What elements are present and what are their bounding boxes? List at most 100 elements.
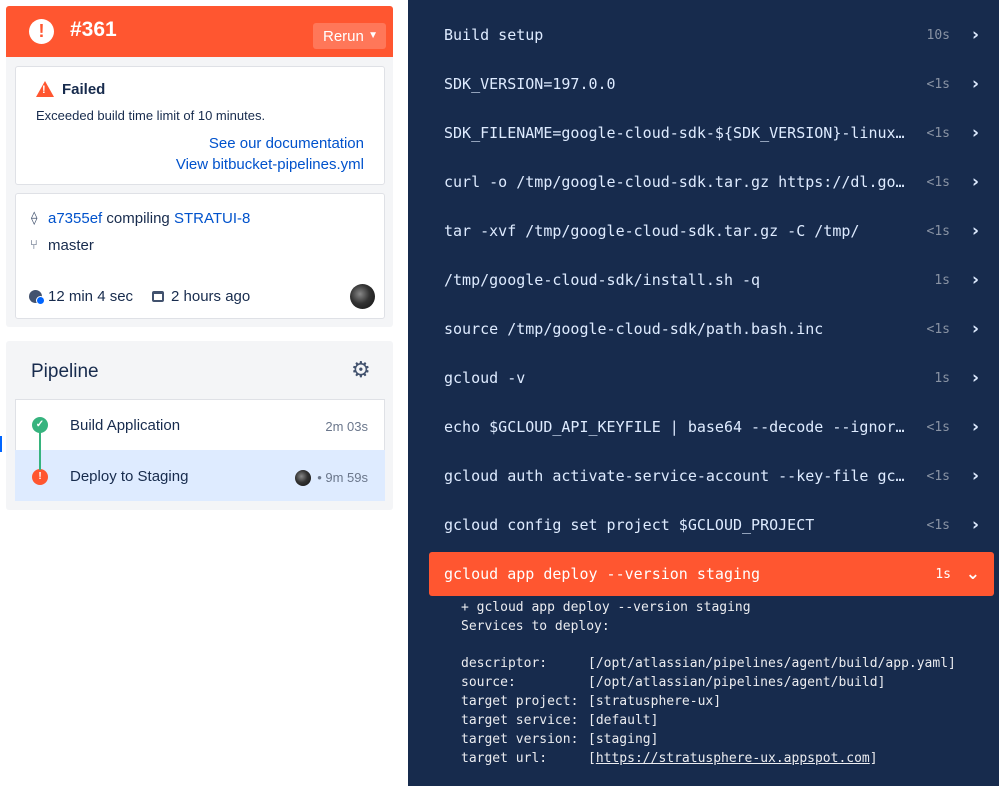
chevron-right-icon: › xyxy=(971,319,979,339)
chevron-right-icon: › xyxy=(971,417,979,437)
selection-marker xyxy=(0,436,2,452)
log-key: source: xyxy=(461,675,516,690)
command-text: SDK_VERSION=197.0.0 xyxy=(444,75,616,93)
pipeline-step-build[interactable]: ✓ Build Application 2m 03s xyxy=(15,399,385,450)
command-duration: <1s xyxy=(926,322,950,337)
branch-link[interactable]: master xyxy=(48,237,94,254)
commit-card: ⟠ a7355ef compiling STRATUI-8 ⑂ master 1… xyxy=(15,193,385,319)
command-text: source /tmp/google-cloud-sdk/path.bash.i… xyxy=(444,320,824,338)
documentation-link[interactable]: See our documentation xyxy=(209,135,364,152)
rerun-button[interactable]: Rerun ▼ xyxy=(313,23,386,49)
log-value: [stratusphere-ux] xyxy=(588,694,722,709)
command-duration: 10s xyxy=(926,28,950,43)
command-duration: <1s xyxy=(926,224,950,239)
command-duration: <1s xyxy=(926,518,950,533)
error-icon: ! xyxy=(32,469,48,485)
pipelines-yml-link[interactable]: View bitbucket-pipelines.yml xyxy=(176,156,364,173)
log-command[interactable]: source /tmp/google-cloud-sdk/path.bash.i… xyxy=(408,307,999,351)
bracket: ] xyxy=(869,751,878,766)
chevron-right-icon: › xyxy=(971,515,979,535)
step-connector xyxy=(39,432,41,470)
check-icon: ✓ xyxy=(32,417,48,433)
log-key: target service: xyxy=(461,713,579,728)
chevron-right-icon: › xyxy=(971,221,979,241)
log-command[interactable]: /tmp/google-cloud-sdk/install.sh -q 1s › xyxy=(408,258,999,302)
log-command[interactable]: gcloud auth activate-service-account --k… xyxy=(408,454,999,498)
command-text: /tmp/google-cloud-sdk/install.sh -q xyxy=(444,271,761,289)
avatar[interactable] xyxy=(350,284,375,309)
command-text: gcloud -v xyxy=(444,369,526,387)
commit-hash-link[interactable]: a7355ef xyxy=(48,210,102,227)
pipeline-step-deploy[interactable]: ! Deploy to Staging • 9m 59s xyxy=(15,450,385,501)
build-log: Build setup 10s › SDK_VERSION=197.0.0 <1… xyxy=(408,0,999,786)
chevron-right-icon: › xyxy=(971,270,979,290)
log-key: descriptor: xyxy=(461,656,548,671)
issue-link[interactable]: STRATUI-8 xyxy=(174,210,250,227)
log-output-line: Services to deploy: xyxy=(461,619,610,634)
log-command[interactable]: SDK_FILENAME=google-cloud-sdk-${SDK_VERS… xyxy=(408,111,999,155)
log-value: [/opt/atlassian/pipelines/agent/build/ap… xyxy=(588,656,956,671)
log-command-active[interactable]: gcloud app deploy --version staging 1s ⌄ xyxy=(429,552,994,596)
failure-card: ! Failed Exceeded build time limit of 10… xyxy=(15,66,385,185)
command-duration: 1s xyxy=(934,273,950,288)
step-name: Deploy to Staging xyxy=(70,468,189,485)
clock-icon xyxy=(29,290,45,305)
chevron-right-icon: › xyxy=(971,466,979,486)
chevron-right-icon: › xyxy=(971,368,979,388)
failure-title: Failed xyxy=(62,81,106,98)
command-duration: <1s xyxy=(926,77,950,92)
chevron-right-icon: › xyxy=(971,172,979,192)
command-duration: 1s xyxy=(935,567,951,582)
bracket: [ xyxy=(588,751,596,766)
log-command[interactable]: Build setup 10s › xyxy=(408,13,999,57)
step-duration: 2m 03s xyxy=(325,419,368,434)
command-text: gcloud config set project $GCLOUD_PROJEC… xyxy=(444,516,815,534)
command-text: tar -xvf /tmp/google-cloud-sdk.tar.gz -C… xyxy=(444,222,860,240)
command-text: gcloud app deploy --version staging xyxy=(444,565,761,583)
commit-verb: compiling xyxy=(106,210,170,227)
calendar-icon xyxy=(152,291,164,302)
command-text: Build setup xyxy=(444,26,544,44)
log-command[interactable]: echo $GCLOUD_API_KEYFILE | base64 --deco… xyxy=(408,405,999,449)
branch-icon: ⑂ xyxy=(30,237,38,252)
step-duration: • 9m 59s xyxy=(317,470,368,485)
log-command[interactable]: gcloud -v 1s › xyxy=(408,356,999,400)
log-key: target version: xyxy=(461,732,579,747)
log-value: [default] xyxy=(588,713,659,728)
log-key: target url: xyxy=(461,751,548,766)
command-duration: <1s xyxy=(926,126,950,141)
log-command[interactable]: curl -o /tmp/google-cloud-sdk.tar.gz htt… xyxy=(408,160,999,204)
command-duration: <1s xyxy=(926,469,950,484)
deploy-url-link[interactable]: https://stratusphere-ux.appspot.com xyxy=(596,751,870,766)
chevron-down-icon: ▼ xyxy=(368,30,378,41)
failure-message: Exceeded build time limit of 10 minutes. xyxy=(36,108,266,123)
command-duration: <1s xyxy=(926,420,950,435)
command-text: SDK_FILENAME=google-cloud-sdk-${SDK_VERS… xyxy=(444,124,905,142)
command-duration: 1s xyxy=(934,371,950,386)
avatar xyxy=(295,470,311,486)
log-command[interactable]: SDK_VERSION=197.0.0 <1s › xyxy=(408,62,999,106)
pipeline-title: Pipeline xyxy=(31,361,99,382)
log-url-line: [https://stratusphere-ux.appspot.com] xyxy=(588,751,878,766)
command-text: gcloud auth activate-service-account --k… xyxy=(444,467,905,485)
build-time-ago: 2 hours ago xyxy=(171,288,251,305)
build-duration: 12 min 4 sec xyxy=(48,288,134,305)
error-icon: ! xyxy=(29,19,54,44)
commit-line: a7355ef compiling STRATUI-8 xyxy=(48,210,250,227)
warning-icon: ! xyxy=(36,81,54,97)
chevron-right-icon: › xyxy=(971,123,979,143)
command-text: curl -o /tmp/google-cloud-sdk.tar.gz htt… xyxy=(444,173,905,191)
log-command[interactable]: gcloud config set project $GCLOUD_PROJEC… xyxy=(408,503,999,547)
commit-icon: ⟠ xyxy=(31,210,38,225)
chevron-right-icon: › xyxy=(971,25,979,45)
chevron-down-icon: ⌄ xyxy=(965,564,980,584)
build-number: #361 xyxy=(70,18,117,41)
step-name: Build Application xyxy=(70,417,181,434)
command-text: echo $GCLOUD_API_KEYFILE | base64 --deco… xyxy=(444,418,905,436)
chevron-right-icon: › xyxy=(971,74,979,94)
build-header: ! #361 Rerun ▼ xyxy=(6,6,393,57)
gear-icon[interactable]: ⚙ xyxy=(351,357,371,383)
log-command[interactable]: tar -xvf /tmp/google-cloud-sdk.tar.gz -C… xyxy=(408,209,999,253)
log-output-line: + gcloud app deploy --version staging xyxy=(461,600,751,615)
build-sidebar: ! #361 Rerun ▼ ! Failed Exceeded build t… xyxy=(0,0,408,786)
